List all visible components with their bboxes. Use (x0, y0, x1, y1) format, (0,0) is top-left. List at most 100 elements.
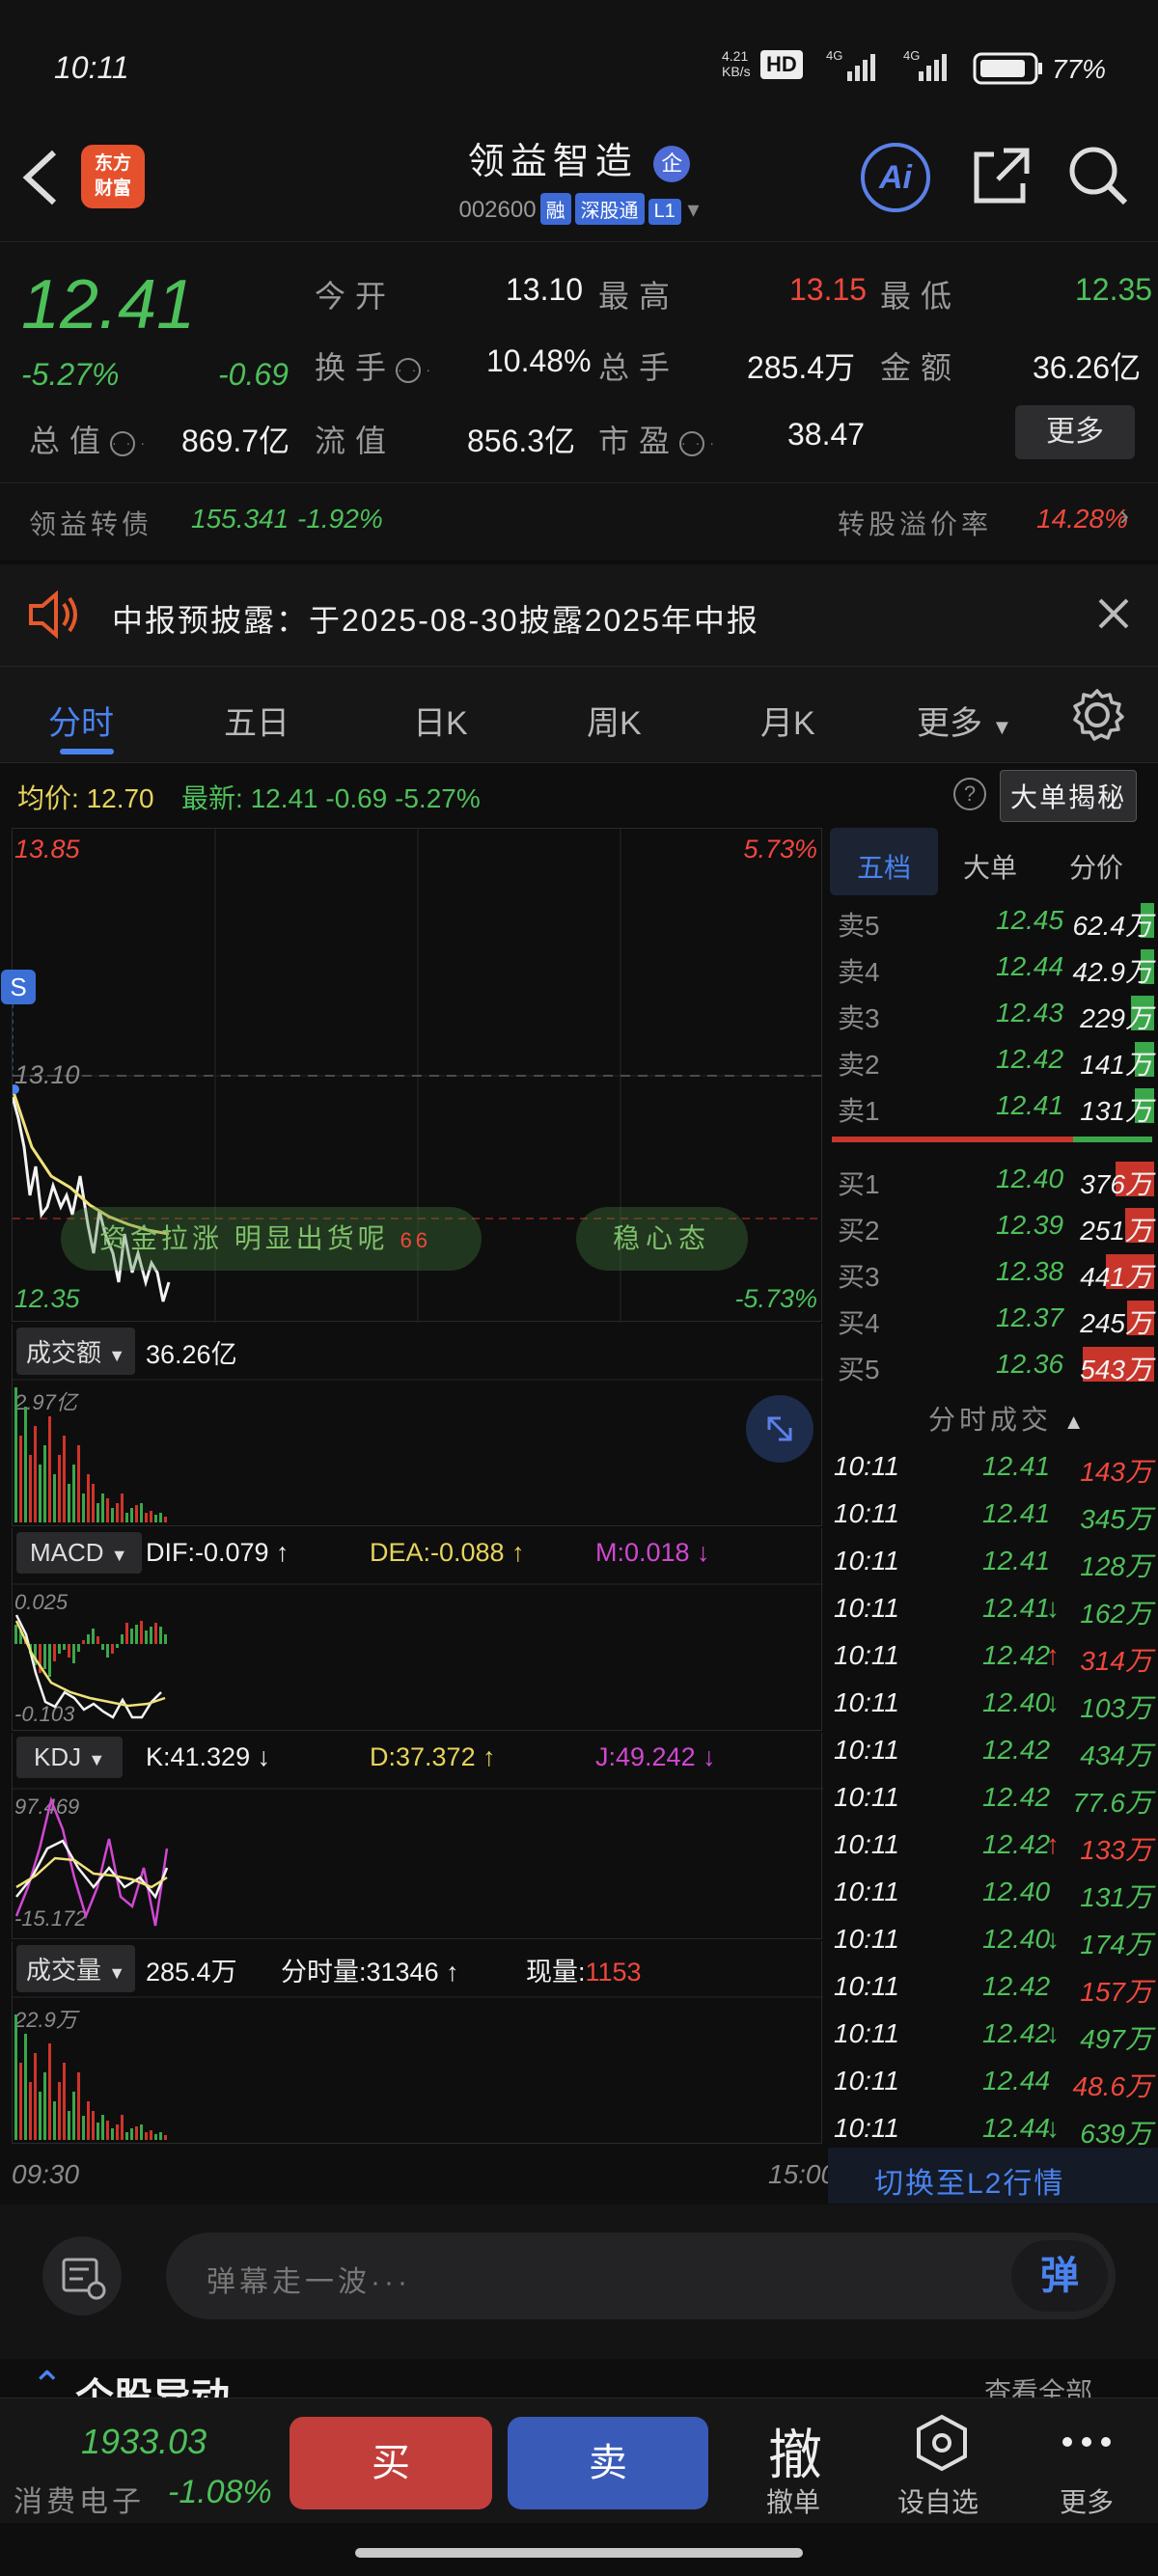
tick-price: 12.41 (982, 1451, 1051, 1481)
tick-time: 10:11 (834, 1451, 899, 1481)
amount-bars (13, 1379, 823, 1522)
intraday-chart[interactable]: 13.85 5.73% 13.10 12.35 -5.73% S 资金拉涨 明显… (1, 828, 823, 1323)
bid-row[interactable]: 买3 12.38 441万 (836, 1250, 1154, 1293)
ask-row[interactable]: 卖4 12.44 42.9万 (836, 945, 1154, 988)
danmu-input[interactable]: 弹幕走一波··· 弹 (166, 2233, 1116, 2319)
ask-row[interactable]: 卖2 12.42 141万 (836, 1038, 1154, 1081)
histogram-bar (68, 1484, 70, 1522)
arrow-down-icon: ↓ (1046, 2018, 1060, 2048)
section-peek: ⌃ 个股异动 查看全部 (0, 2354, 1158, 2398)
histogram-bar (29, 1455, 32, 1522)
pe-label[interactable]: 市盈 ··· (598, 417, 714, 461)
level-volume: 543万 (1080, 1355, 1152, 1384)
bid-row[interactable]: 买5 12.36 543万 (836, 1343, 1154, 1385)
add-watch-icon[interactable] (915, 2414, 969, 2477)
histogram-bar (96, 1636, 99, 1644)
more-icon[interactable] (1060, 2427, 1114, 2461)
section-view-all[interactable]: 查看全部 (984, 2371, 1092, 2398)
ask-row[interactable]: 卖1 12.41 131万 (836, 1084, 1154, 1127)
more-label[interactable]: 更多 (1060, 2481, 1114, 2520)
mcap-label[interactable]: 总值 ··· (29, 417, 145, 461)
danmu-bubble: 资金拉涨 明显出货呢 66 (61, 1207, 482, 1271)
tab-more[interactable]: 更多 ▼ (917, 697, 1012, 744)
sell-button[interactable]: 卖 (508, 2417, 708, 2509)
kdj-panel[interactable]: KDJ ▼ K:41.329 ↓ D:37.372 ↑ J:49.242 ↓ 9… (12, 1733, 823, 1939)
bid-row[interactable]: 买4 12.37 245万 (836, 1297, 1154, 1339)
volume-panel[interactable]: 成交量 ▼ 285.4万 分时量:31346 ↑ 现量:1153 22.9万 (12, 1941, 823, 2144)
tick-volume: 131万 (1080, 1882, 1152, 1912)
chart-ref-price: 13.10 (14, 1060, 80, 1089)
histogram-bar (92, 1484, 95, 1522)
stock-badge: 企 (653, 145, 691, 182)
book-tab-price[interactable]: 分价 (1069, 847, 1123, 886)
share-icon[interactable] (971, 145, 1033, 211)
gear-icon[interactable] (1069, 687, 1125, 748)
book-tab-big[interactable]: 大单 (963, 847, 1017, 886)
tab-five-day[interactable]: 五日 (224, 697, 290, 744)
tick-row: 10:11 12.42 157万 (832, 1967, 1154, 2010)
l2-switch-link[interactable]: 切换至L2行情 (874, 2159, 1064, 2202)
level-volume: 441万 (1080, 1262, 1152, 1292)
histogram-bar (63, 1644, 66, 1650)
histogram-bar (53, 1474, 56, 1522)
tab-week-k[interactable]: 周K (587, 697, 642, 744)
histogram-bar (101, 1494, 104, 1522)
tab-month-k[interactable]: 月K (760, 697, 815, 744)
index-price[interactable]: 1933.03 (81, 2422, 207, 2462)
buy-button[interactable]: 买 (290, 2417, 492, 2509)
more-quote-button[interactable]: 更多 (1015, 405, 1135, 459)
expand-icon[interactable] (746, 1395, 813, 1463)
level-volume: 251万 (1080, 1216, 1152, 1246)
histogram-bar (58, 2082, 61, 2140)
tick-row: 10:11 12.42 ↑ 133万 (832, 1825, 1154, 1868)
book-ratio-bar (832, 1137, 1073, 1142)
tab-day-k[interactable]: 日K (413, 697, 468, 744)
histogram-bar (68, 2111, 70, 2140)
info-icon[interactable]: ··· (110, 430, 145, 456)
histogram-bar (130, 1508, 133, 1522)
info-icon[interactable]: ··· (679, 430, 714, 456)
tick-time: 10:11 (834, 2113, 899, 2143)
search-icon[interactable] (1067, 145, 1129, 211)
cancel-order-icon[interactable]: 撤 (768, 2412, 822, 2490)
histogram-bar (111, 2128, 114, 2140)
danmu-toggle-button[interactable]: 弹 (1011, 2240, 1108, 2312)
tick-time: 10:11 (834, 1687, 899, 1717)
ai-button[interactable]: Ai (861, 143, 930, 212)
amount-panel[interactable]: 成交额 ▼ 36.26亿 2.97亿 (12, 1324, 823, 1526)
amount-value: 36.26亿 (1033, 350, 1142, 385)
histogram-bar (24, 1407, 27, 1522)
bid-row[interactable]: 买2 12.39 251万 (836, 1204, 1154, 1247)
tab-intraday[interactable]: 分时 (48, 697, 114, 744)
tick-price: 12.44 (982, 2066, 1051, 2096)
sell-signal-marker[interactable]: S (1, 970, 36, 1004)
ticks-title[interactable]: 分时成交 ▲ (928, 1399, 1089, 1438)
danmu-list-icon[interactable] (42, 2236, 122, 2316)
histogram-bar (34, 1426, 37, 1522)
home-indicator[interactable] (355, 2548, 803, 2558)
big-order-button[interactable]: 大单揭秘 (1000, 770, 1138, 822)
turnover-label[interactable]: 换手 ··· (315, 343, 430, 388)
time-end: 15:00 (768, 2159, 837, 2189)
histogram-bar (145, 1631, 148, 1644)
macd-panel[interactable]: MACD ▼ DIF:-0.079 ↑ DEA:-0.088 ↑ M:0.018… (12, 1528, 823, 1731)
index-name[interactable]: 消费电子 (14, 2478, 145, 2520)
macd-chart (13, 1583, 823, 1719)
histogram-bar (87, 1474, 90, 1522)
bid-row[interactable]: 买1 12.40 376万 (836, 1158, 1154, 1200)
ask-row[interactable]: 卖5 12.45 62.4万 (836, 899, 1154, 942)
cancel-order-label[interactable]: 撤单 (766, 2481, 820, 2520)
histogram-bar (63, 2063, 66, 2140)
close-icon[interactable] (1096, 596, 1131, 636)
book-ratio-bar-green (1073, 1137, 1152, 1142)
ask-row[interactable]: 卖3 12.43 229万 (836, 992, 1154, 1034)
level-price: 12.38 (996, 1256, 1064, 1286)
low-value: 12.35 (1075, 272, 1153, 307)
tag-margin: 融 (539, 193, 571, 225)
book-tab-five[interactable]: 五档 (857, 847, 911, 886)
arrow-down-icon: ↓ (1046, 2113, 1060, 2143)
info-icon[interactable]: ··· (396, 357, 430, 383)
tick-volume: 48.6万 (1072, 2071, 1153, 2101)
help-icon[interactable]: ? (953, 778, 986, 810)
add-watch-label[interactable]: 设自选 (897, 2481, 979, 2520)
